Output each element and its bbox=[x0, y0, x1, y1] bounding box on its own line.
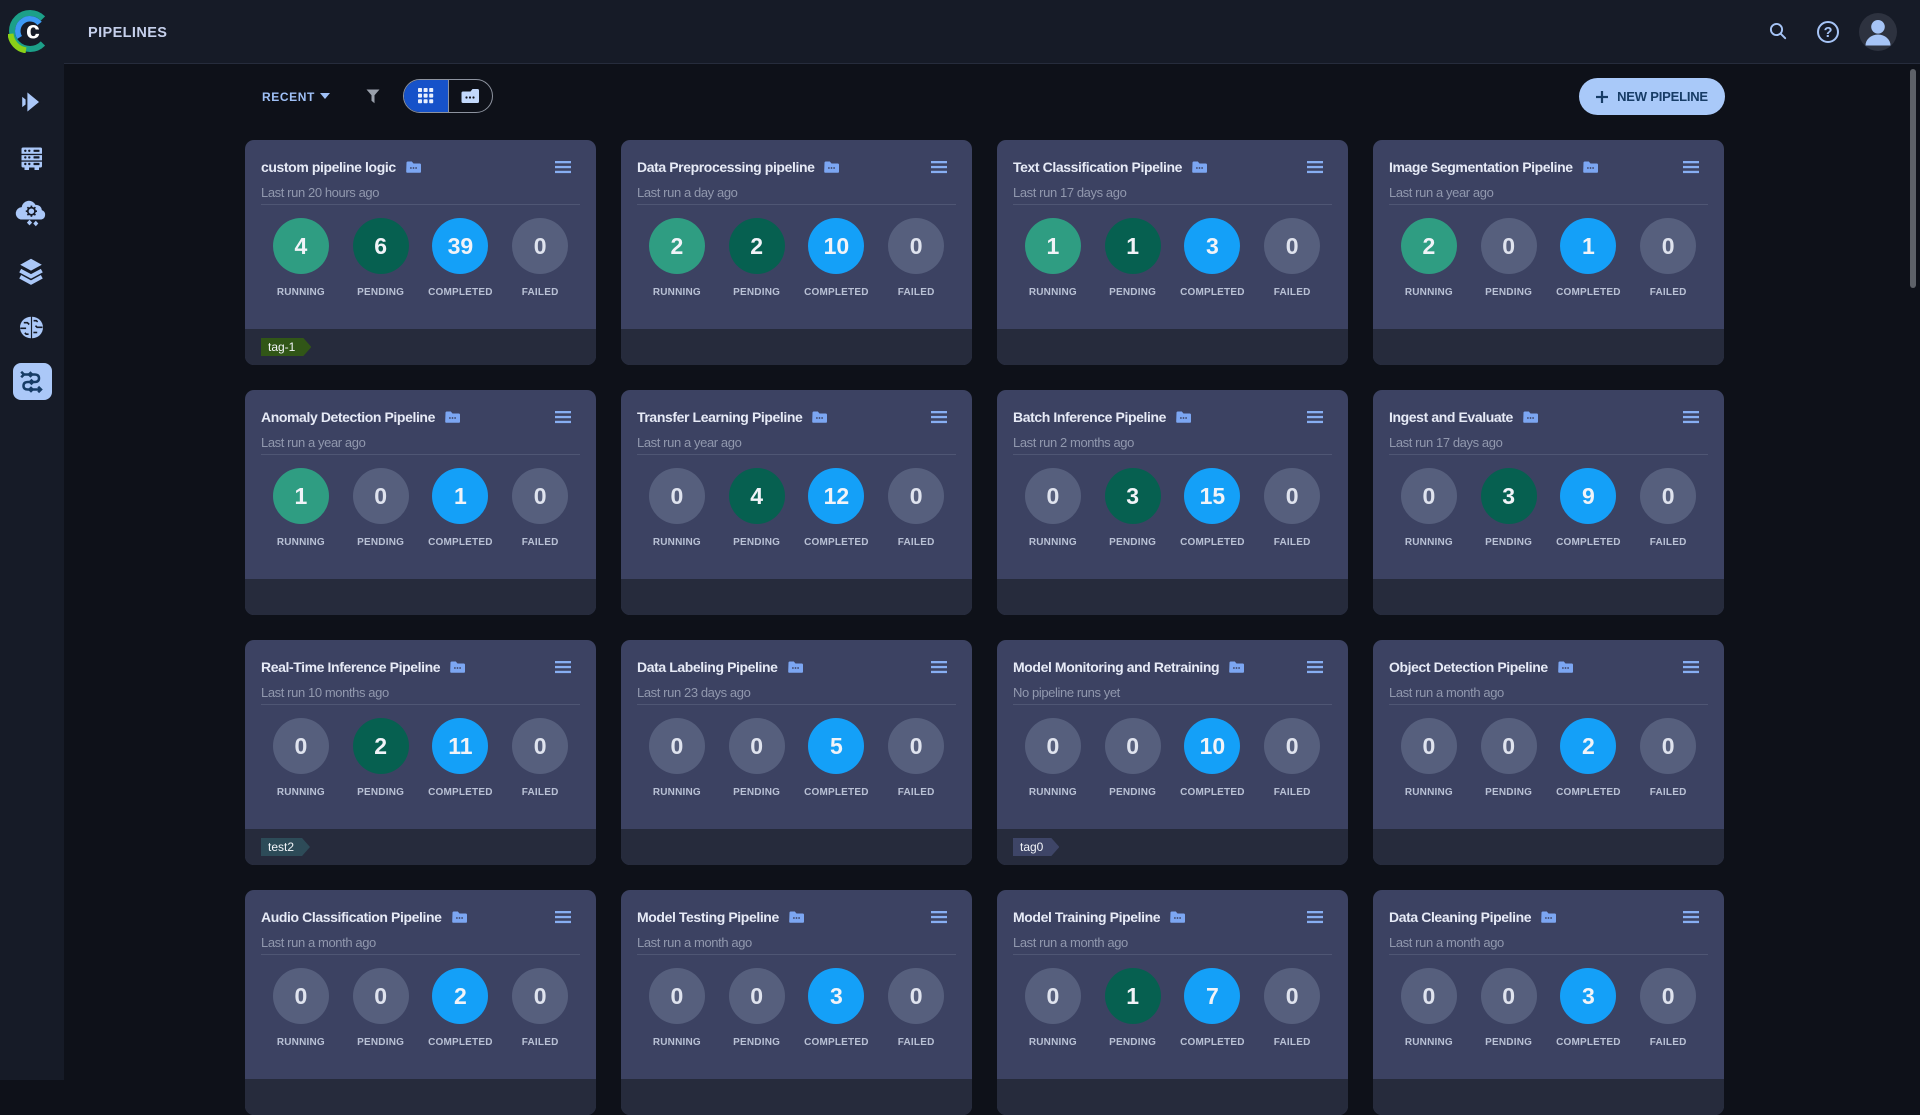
svg-text:?: ? bbox=[1824, 25, 1833, 41]
